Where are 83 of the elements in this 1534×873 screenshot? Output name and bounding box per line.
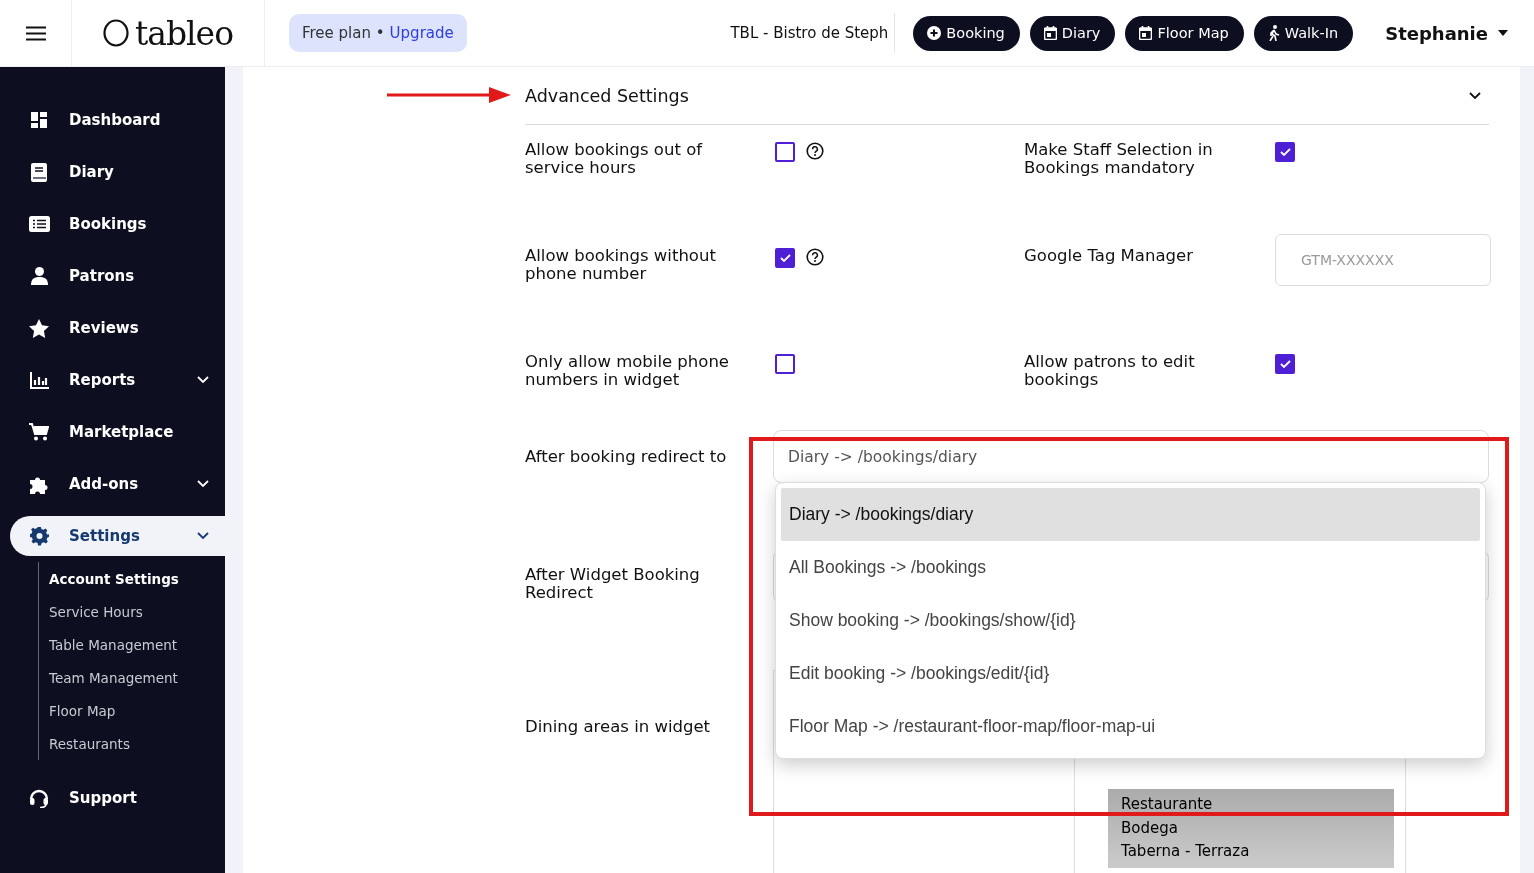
header-action-button[interactable]: Floor Map — [1125, 15, 1244, 51]
help-icon[interactable] — [806, 142, 824, 160]
setting-label: Allow patrons to edit bookings — [1024, 353, 1196, 391]
sidebar-item-label: Reviews — [69, 319, 140, 337]
sidebar-item-label: Marketplace — [69, 423, 175, 441]
chevron-down-icon[interactable] — [197, 532, 209, 540]
sidebar-item[interactable]: Support — [0, 772, 225, 824]
header-action-button[interactable]: Walk-In — [1253, 15, 1354, 51]
sidebar-item[interactable]: Patrons — [0, 250, 225, 302]
sidebar-item[interactable]: Diary — [0, 146, 225, 198]
sidebar-subitem[interactable]: Restaurants — [49, 727, 225, 760]
list-option[interactable]: Restaurante — [1108, 793, 1394, 817]
setting-label: After booking redirect to — [525, 446, 728, 466]
checkbox[interactable] — [775, 248, 795, 268]
chevron-down-icon[interactable] — [1469, 91, 1481, 100]
checkbox[interactable] — [1275, 354, 1295, 374]
logo-circle-icon — [103, 19, 129, 47]
caret-icon — [1498, 30, 1508, 36]
sidebar-subitem[interactable]: Team Management — [49, 661, 225, 694]
dropdown-option[interactable]: Show booking -> /bookings/show/{id} — [781, 594, 1480, 647]
setting-label: Google Tag Manager — [1024, 247, 1194, 267]
dashboard-icon — [31, 112, 47, 128]
sidebar-item[interactable]: Add-ons — [0, 458, 225, 510]
section-title: Advanced Settings — [525, 85, 689, 106]
section-header[interactable]: Advanced Settings — [525, 67, 1489, 125]
setting-label: Allow bookings out of service hours — [525, 141, 704, 179]
sidebar-item-label: Add-ons — [69, 475, 140, 493]
checkbox[interactable] — [1275, 142, 1295, 162]
help-icon[interactable] — [806, 248, 824, 266]
setting-label: Allow bookings without phone number — [525, 247, 717, 285]
sidebar-item-label: Diary — [69, 163, 115, 181]
text-input-field[interactable]: GTM-XXXXXX — [1275, 234, 1491, 286]
setting-label: Make Staff Selection in Bookings mandatory — [1024, 141, 1214, 179]
checkbox[interactable] — [775, 354, 795, 374]
cart-icon — [29, 423, 49, 441]
dropdown-option[interactable]: Edit booking -> /bookings/edit/{id} — [781, 647, 1480, 700]
header-action-button[interactable]: Booking — [913, 15, 1020, 51]
setting-label: Dining areas in widget — [525, 716, 712, 738]
setting-label: Only allow mobile phone numbers in widget — [525, 353, 730, 391]
sidebar-item[interactable]: Dashboard — [0, 94, 225, 146]
sidebar-item[interactable]: Marketplace — [0, 406, 225, 458]
sidebar-item[interactable]: Settings — [10, 516, 225, 556]
person-icon — [30, 267, 48, 285]
sidebar-item-label: Bookings — [69, 215, 148, 233]
settings-icon — [29, 526, 49, 546]
checkbox[interactable] — [775, 142, 795, 162]
plus-circle-icon — [927, 26, 942, 40]
sidebar-item-label: Support — [69, 789, 138, 807]
sidebar-item-label: Settings — [69, 527, 141, 545]
book-icon — [31, 162, 47, 182]
list-option[interactable]: Bodega — [1108, 816, 1394, 840]
calendar-icon — [1043, 26, 1057, 40]
user-menu[interactable]: Stephanie — [1379, 21, 1514, 45]
bar-chart-icon — [29, 371, 49, 389]
sidebar-item[interactable]: Reviews — [0, 302, 225, 354]
header-action-button[interactable]: Diary — [1029, 15, 1116, 51]
check-icon — [1279, 360, 1291, 368]
list-option[interactable]: Taberna - Terraza — [1108, 840, 1394, 864]
setting-label: After Widget Booking Redirect — [525, 564, 701, 602]
sidebar-subitem[interactable]: Service Hours — [49, 595, 225, 628]
multi-select-list[interactable]: Restaurante Bodega Taberna - Terraza — [1108, 789, 1394, 868]
walking-person-icon — [1267, 25, 1280, 41]
dropdown-option[interactable]: All Bookings -> /bookings — [781, 541, 1480, 594]
list-icon — [28, 216, 50, 232]
sidebar-item[interactable]: Reports — [0, 354, 225, 406]
calendar-icon — [1139, 26, 1153, 40]
check-icon — [1279, 148, 1291, 156]
dropdown-option[interactable]: Diary -> /bookings/diary — [781, 488, 1480, 541]
menu-icon[interactable] — [25, 25, 46, 41]
star-icon — [29, 318, 49, 338]
sidebar-item-label: Dashboard — [69, 111, 162, 129]
sidebar-subitem[interactable]: Account Settings — [49, 562, 225, 595]
headset-icon — [29, 788, 49, 808]
sidebar-subitem[interactable]: Floor Map — [49, 694, 225, 727]
check-icon — [779, 254, 791, 262]
sidebar-subitem[interactable]: Table Management — [49, 628, 225, 661]
restaurant-name: TBL - Bistro de Steph — [730, 13, 896, 53]
sidebar-item-label: Reports — [69, 371, 137, 389]
sidebar-item-label: Patrons — [69, 267, 136, 285]
dropdown-option[interactable]: Floor Map -> /restaurant-floor-map/floor-map-ui — [781, 700, 1480, 753]
sidebar-item[interactable]: Bookings — [0, 198, 225, 250]
logo-text: tableo — [135, 13, 233, 53]
plan-upgrade-button[interactable]: Free plan • Upgrade — [289, 14, 467, 52]
